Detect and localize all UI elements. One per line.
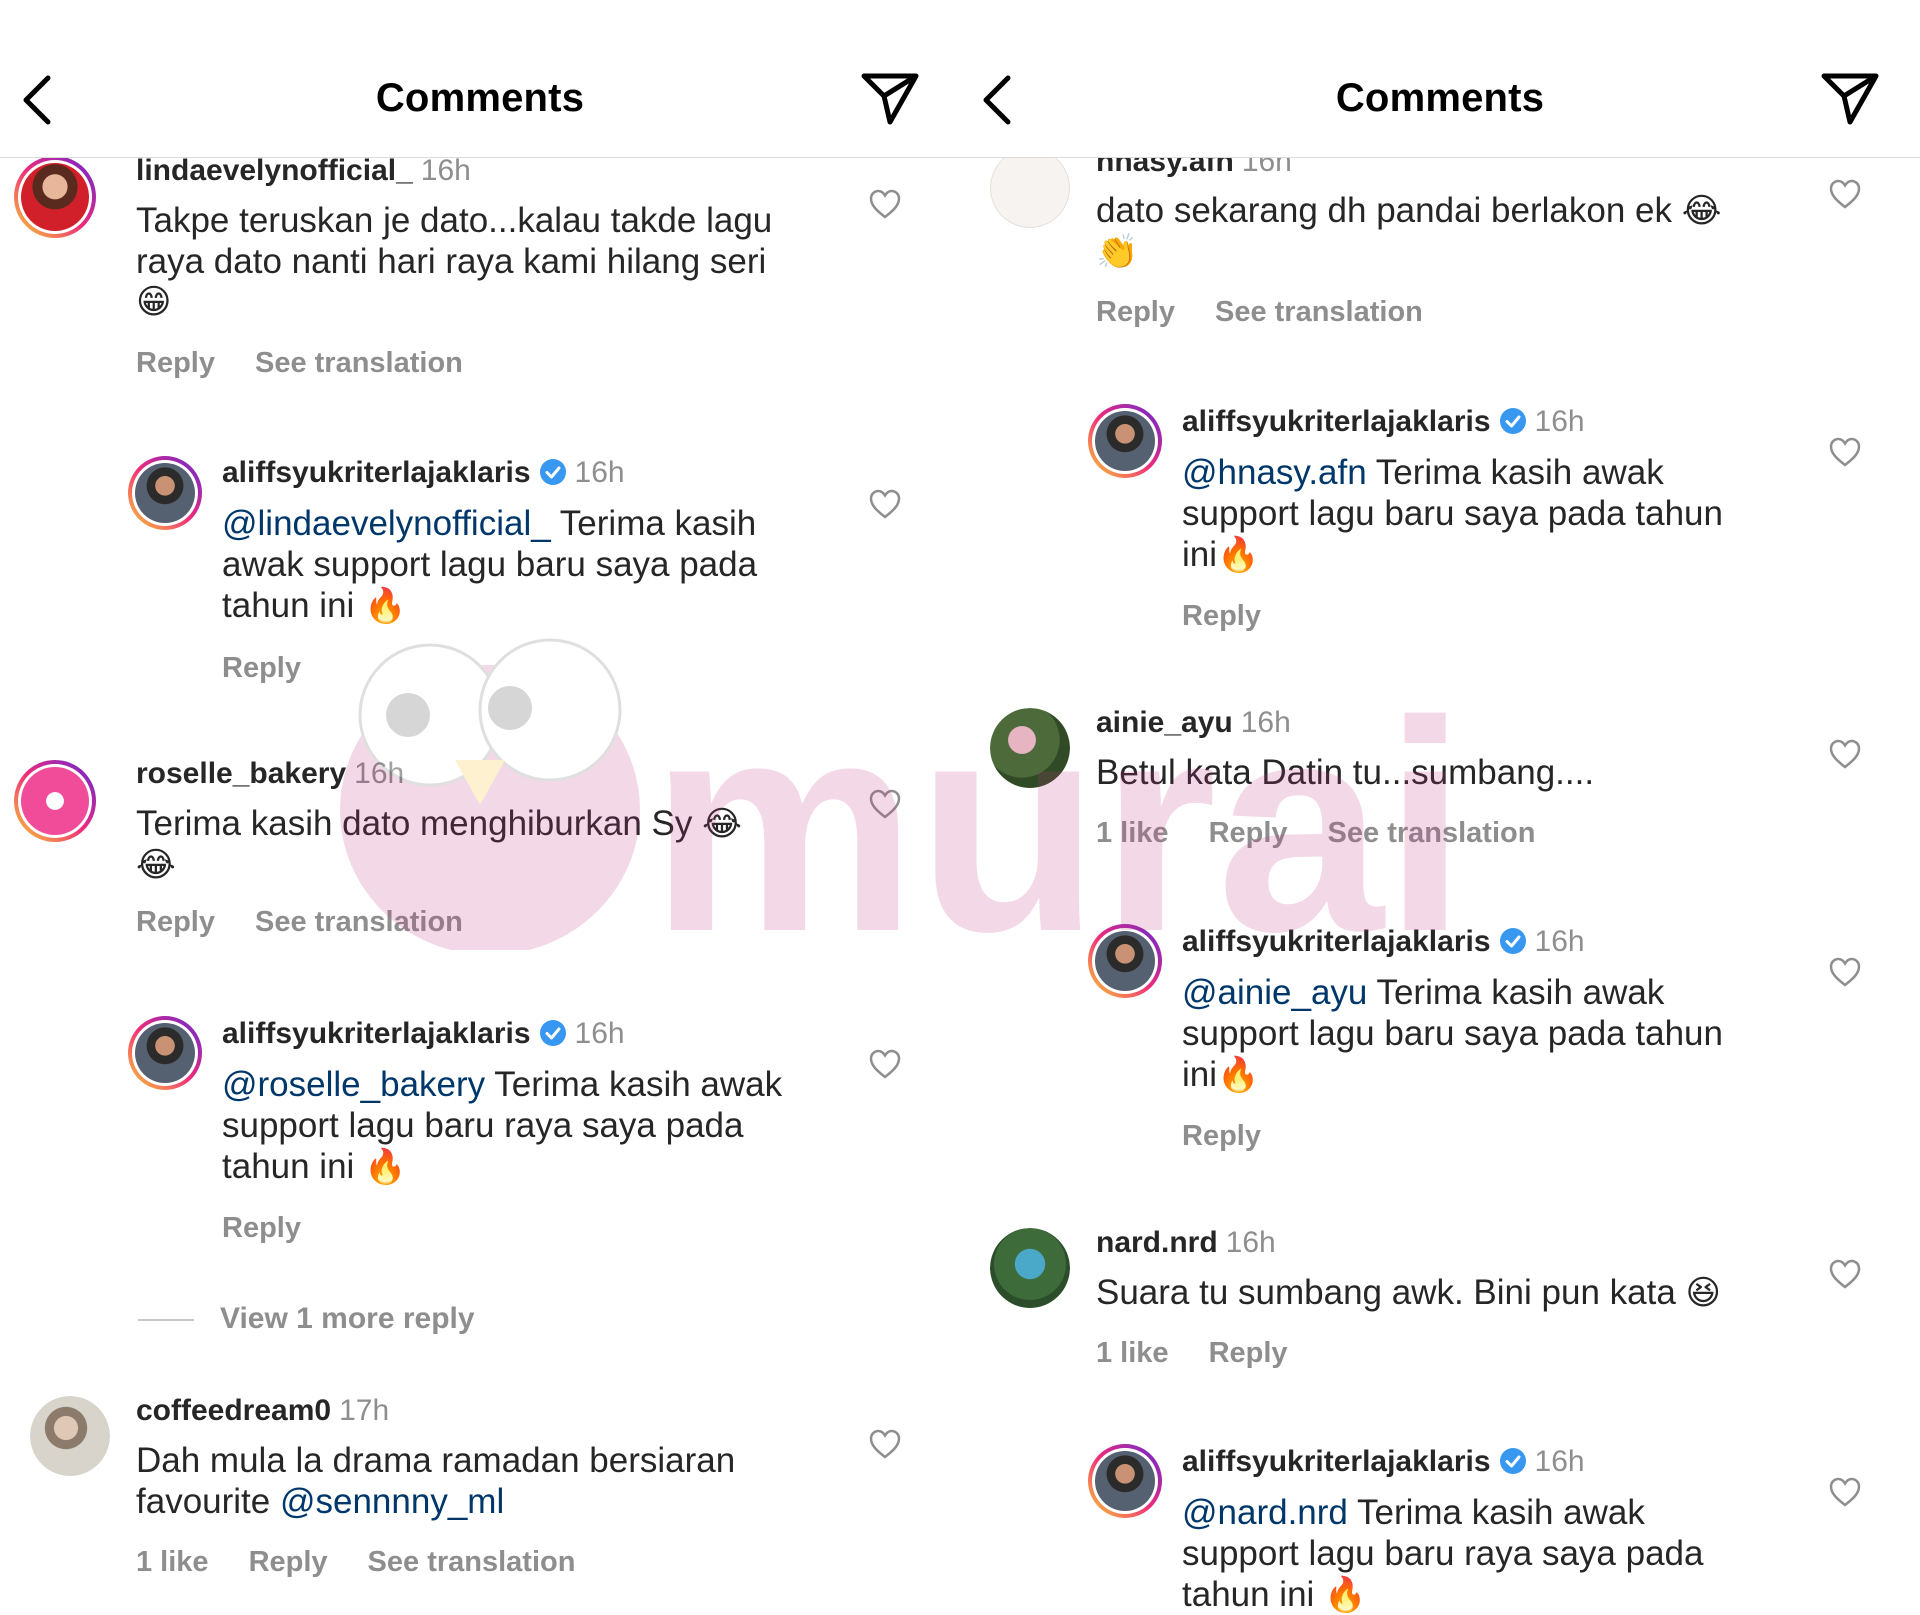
mention-link[interactable]: @nard.nrd	[1182, 1493, 1348, 1532]
see-translation-button[interactable]: See translation	[1328, 817, 1536, 849]
comments-panel-right: hnasy.afn 16h dato sekarang dh pandai ber…	[960, 0, 1920, 1615]
heart-icon[interactable]	[1828, 1258, 1862, 1290]
avatar[interactable]	[14, 760, 96, 842]
heart-icon[interactable]	[868, 488, 902, 520]
comment-username[interactable]: roselle_bakery	[136, 757, 346, 790]
comment-username[interactable]: coffeedream0	[136, 1394, 331, 1427]
comment-time: 16h	[1534, 1445, 1585, 1478]
comment-time: 16h	[354, 757, 405, 790]
avatar[interactable]	[990, 148, 1070, 228]
comment-text: Takpe teruskan je dato...kalau takde lag…	[136, 201, 773, 322]
comment-username[interactable]: aliffsyukriterlajaklaris	[1182, 405, 1491, 438]
verified-badge-icon	[539, 459, 566, 485]
comments-panel-left: Comments lindaevelynofficial_ 16h Takpe t…	[0, 0, 960, 1615]
heart-icon[interactable]	[868, 1428, 902, 1460]
heart-icon[interactable]	[1828, 738, 1862, 770]
heart-icon[interactable]	[1828, 1476, 1862, 1508]
avatar[interactable]	[990, 1228, 1070, 1308]
comment-username[interactable]: ainie_ayu	[1096, 706, 1233, 739]
reply-button[interactable]: Reply	[222, 652, 301, 684]
comment-text: @roselle_bakery Terima kasih awak suppor…	[222, 1065, 783, 1187]
reply-button[interactable]: Reply	[1209, 1337, 1288, 1369]
view-more-replies-button[interactable]: View 1 more reply	[138, 1302, 475, 1336]
heart-icon[interactable]	[1828, 436, 1862, 468]
comment-text: Terima kasih dato menghiburkan Sy 😂 😂	[136, 804, 742, 885]
avatar[interactable]	[1088, 924, 1162, 998]
reply-button[interactable]: Reply	[136, 906, 215, 938]
avatar[interactable]	[128, 456, 202, 530]
reply-button[interactable]: Reply	[1182, 1120, 1261, 1152]
verified-badge-icon	[1499, 408, 1526, 434]
heart-icon[interactable]	[868, 788, 902, 820]
mention-link[interactable]: @sennnny_ml	[280, 1482, 504, 1521]
avatar[interactable]	[128, 1016, 202, 1090]
comment-username[interactable]: nard.nrd	[1096, 1226, 1218, 1259]
comment-time: 16h	[1225, 1226, 1276, 1259]
comment-time: 16h	[574, 456, 625, 489]
send-icon[interactable]	[1820, 70, 1880, 126]
comments-header: Comments	[960, 0, 1920, 158]
reply-button[interactable]: Reply	[222, 1212, 301, 1244]
view-more-divider	[138, 1319, 194, 1322]
comment-text: dato sekarang dh pandai berlakon ek 😂 👏	[1096, 191, 1722, 272]
comment-time: 17h	[339, 1394, 390, 1427]
reply-button[interactable]: Reply	[1182, 600, 1261, 632]
mention-link[interactable]: @hnasy.afn	[1182, 453, 1367, 492]
see-translation-button[interactable]: See translation	[368, 1546, 576, 1578]
comment-username[interactable]: aliffsyukriterlajaklaris	[1182, 1445, 1491, 1478]
comment-text: @ainie_ayu Terima kasih awak support lag…	[1182, 973, 1723, 1095]
mention-link[interactable]: @lindaevelynofficial_	[222, 504, 551, 543]
comment-text: Suara tu sumbang awk. Bini pun kata 😆	[1096, 1273, 1721, 1313]
avatar[interactable]	[990, 708, 1070, 788]
comment-text: @hnasy.afn Terima kasih awak support lag…	[1182, 453, 1723, 575]
comment-username[interactable]: aliffsyukriterlajaklaris	[222, 456, 531, 489]
heart-icon[interactable]	[1828, 178, 1862, 210]
comment-time: 16h	[574, 1017, 625, 1050]
likes-count[interactable]: 1 like	[136, 1546, 209, 1578]
avatar[interactable]	[30, 1396, 110, 1476]
comments-header: Comments	[0, 0, 960, 158]
verified-badge-icon	[539, 1020, 566, 1046]
see-translation-button[interactable]: See translation	[255, 347, 463, 379]
reply-button[interactable]: Reply	[136, 347, 215, 379]
send-icon[interactable]	[860, 70, 920, 126]
heart-icon[interactable]	[1828, 956, 1862, 988]
likes-count[interactable]: 1 like	[1096, 817, 1169, 849]
comment-time: 16h	[1534, 405, 1585, 438]
mention-link[interactable]: @ainie_ayu	[1182, 973, 1367, 1012]
comment-text: @nard.nrd Terima kasih awak support lagu…	[1182, 1493, 1704, 1615]
comment-time: 16h	[1240, 706, 1291, 739]
mention-link[interactable]: @roselle_bakery	[222, 1065, 485, 1104]
verified-badge-icon	[1499, 1448, 1526, 1474]
avatar[interactable]	[1088, 1444, 1162, 1518]
reply-button[interactable]: Reply	[1096, 296, 1175, 328]
comment-time: 16h	[420, 154, 471, 187]
heart-icon[interactable]	[868, 188, 902, 220]
page-title: Comments	[375, 76, 585, 120]
comment-username[interactable]: aliffsyukriterlajaklaris	[1182, 925, 1491, 958]
verified-badge-icon	[1499, 928, 1526, 954]
comment-text: Dah mula la drama ramadan bersiaran favo…	[136, 1441, 736, 1521]
likes-count[interactable]: 1 like	[1096, 1337, 1169, 1369]
see-translation-button[interactable]: See translation	[255, 906, 463, 938]
heart-icon[interactable]	[868, 1048, 902, 1080]
comment-username[interactable]: lindaevelynofficial_	[136, 154, 413, 187]
avatar[interactable]	[1088, 404, 1162, 478]
see-translation-button[interactable]: See translation	[1215, 296, 1423, 328]
reply-button[interactable]: Reply	[249, 1546, 328, 1578]
comment-time: 16h	[1534, 925, 1585, 958]
avatar[interactable]	[14, 156, 96, 238]
comment-text: Betul kata Datin tu...sumbang....	[1096, 753, 1595, 792]
comment-username[interactable]: aliffsyukriterlajaklaris	[222, 1017, 531, 1050]
comment-text: @lindaevelynofficial_ Terima kasih awak …	[222, 504, 758, 626]
page-title: Comments	[1335, 76, 1545, 120]
reply-button[interactable]: Reply	[1209, 817, 1288, 849]
